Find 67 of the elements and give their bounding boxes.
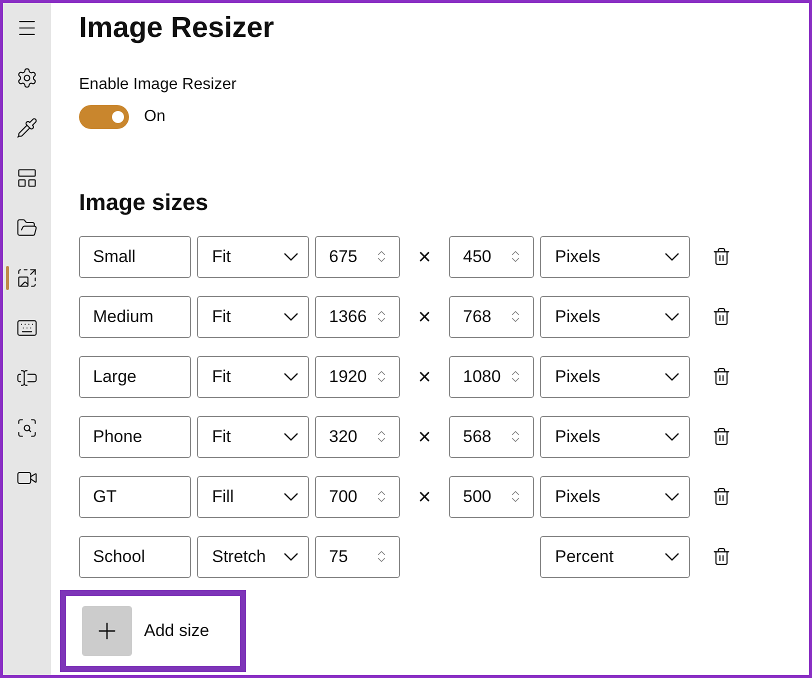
name-field[interactable]: Medium [79, 296, 191, 338]
number-field[interactable]: 568 [449, 416, 534, 458]
times-sign: × [417, 483, 432, 511]
number-field[interactable]: 500 [449, 476, 534, 518]
delete-icon[interactable] [712, 367, 731, 386]
plus-icon [82, 606, 132, 656]
name-field[interactable]: Small [79, 236, 191, 278]
keyboard-icon[interactable] [16, 317, 38, 339]
number-field[interactable]: 1920 [315, 356, 400, 398]
chevron-down-icon [665, 312, 679, 320]
chevron-down-icon [284, 552, 298, 560]
times-sign: × [417, 423, 432, 451]
dropdown[interactable]: Pixels [540, 356, 690, 398]
dropdown[interactable]: Pixels [540, 476, 690, 518]
toggle-state: On [144, 107, 166, 127]
settings-icon[interactable] [16, 67, 38, 89]
dropdown[interactable]: Stretch [197, 536, 309, 578]
times-sign: × [417, 363, 432, 391]
dropdown[interactable]: Fill [197, 476, 309, 518]
chevron-down-icon [665, 492, 679, 500]
chevron-down-icon [665, 372, 679, 380]
dropdown[interactable]: Percent [540, 536, 690, 578]
image-resize-icon[interactable] [16, 267, 38, 289]
chevron-down-icon [284, 432, 298, 440]
name-field[interactable]: Phone [79, 416, 191, 458]
number-field[interactable]: 700 [315, 476, 400, 518]
layout-icon[interactable] [16, 167, 38, 189]
name-field[interactable]: GT [79, 476, 191, 518]
toggle-switch[interactable] [79, 105, 129, 129]
dropdown[interactable]: Pixels [540, 416, 690, 458]
chevron-down-icon [284, 252, 298, 260]
folder-icon[interactable] [16, 217, 38, 239]
text-cursor-icon[interactable] [16, 367, 38, 389]
chevron-down-icon [284, 372, 298, 380]
delete-icon[interactable] [712, 307, 731, 326]
dropdown[interactable]: Pixels [540, 296, 690, 338]
delete-icon[interactable] [712, 427, 731, 446]
number-field[interactable]: 675 [315, 236, 400, 278]
number-field[interactable]: 320 [315, 416, 400, 458]
number-field[interactable]: 1366 [315, 296, 400, 338]
delete-icon[interactable] [712, 247, 731, 266]
chevron-down-icon [284, 312, 298, 320]
number-field[interactable]: 1080 [449, 356, 534, 398]
dropdown[interactable]: Fit [197, 416, 309, 458]
section-title: Image sizes [79, 188, 208, 217]
chevron-down-icon [665, 552, 679, 560]
times-sign: × [417, 243, 432, 271]
page-title: Image Resizer [79, 11, 274, 46]
dropdown[interactable]: Pixels [540, 236, 690, 278]
dropdown[interactable]: Fit [197, 296, 309, 338]
number-field[interactable]: 75 [315, 536, 400, 578]
name-field[interactable]: Large [79, 356, 191, 398]
screen-search-icon[interactable] [16, 417, 38, 439]
pipette-icon[interactable] [16, 117, 38, 139]
delete-icon[interactable] [712, 547, 731, 566]
chevron-down-icon [284, 492, 298, 500]
number-field[interactable]: 450 [449, 236, 534, 278]
times-sign: × [417, 303, 432, 331]
dropdown[interactable]: Fit [197, 356, 309, 398]
dropdown[interactable]: Fit [197, 236, 309, 278]
name-field[interactable]: School [79, 536, 191, 578]
chevron-down-icon [665, 432, 679, 440]
toggle-label: Enable Image Resizer [79, 75, 236, 95]
number-field[interactable]: 768 [449, 296, 534, 338]
add-size-button[interactable]: Add size [60, 590, 246, 672]
chevron-down-icon [665, 252, 679, 260]
delete-icon[interactable] [712, 487, 731, 506]
